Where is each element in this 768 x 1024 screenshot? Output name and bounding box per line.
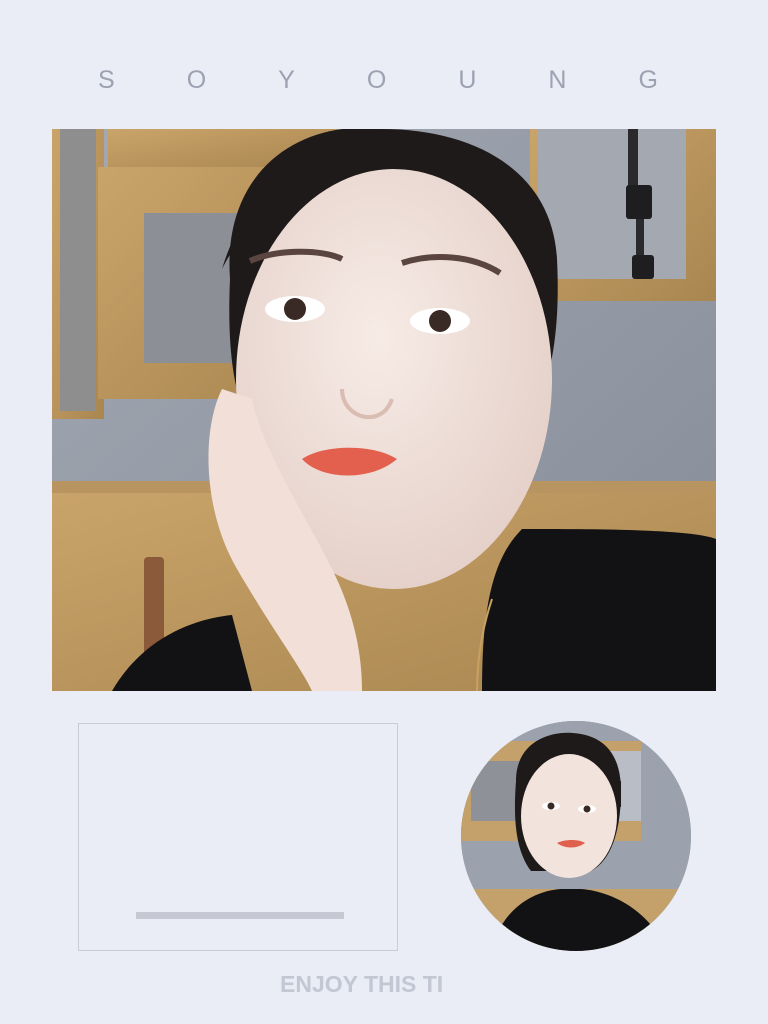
tagline: ENJOY THIS TI	[280, 971, 444, 997]
thumbnail-portrait-illustration	[461, 721, 691, 951]
brand-letter: S	[98, 65, 115, 94]
brand-letter: G	[638, 65, 658, 94]
caption-placeholder-bar	[136, 912, 344, 919]
brand-letter: N	[548, 65, 567, 94]
main-portrait-photo	[52, 129, 716, 691]
brand-title: S O Y O U N G	[0, 58, 768, 102]
brand-letter: U	[458, 65, 477, 94]
circular-portrait-thumbnail	[461, 721, 691, 951]
brand-letter: O	[366, 65, 387, 94]
main-portrait-illustration	[52, 129, 716, 691]
caption-frame	[78, 723, 398, 951]
brand-letter: O	[186, 65, 207, 94]
brand-letter: Y	[278, 65, 295, 94]
